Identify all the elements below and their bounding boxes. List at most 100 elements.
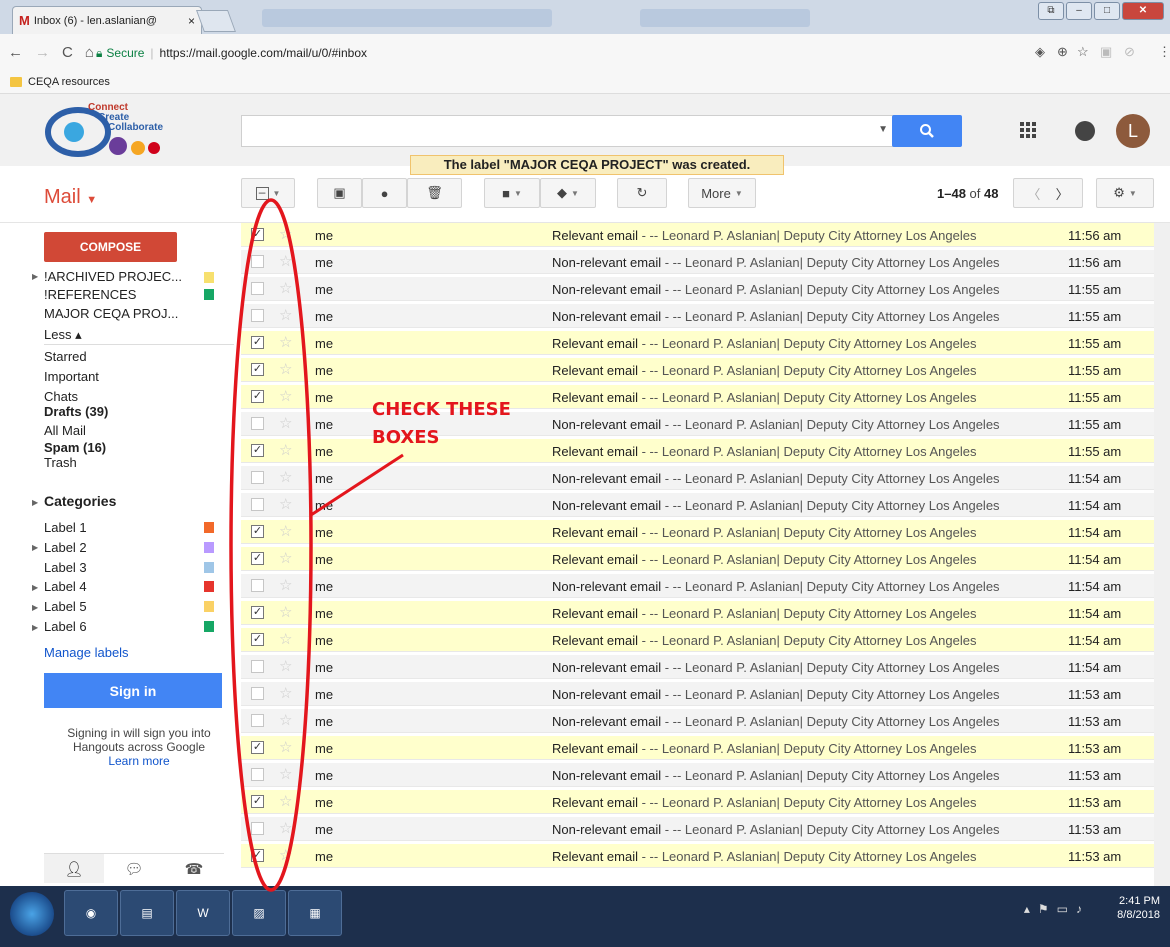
email-checkbox[interactable] (251, 822, 264, 835)
table-row[interactable]: ☆ me Non-relevant email - -- Leonard P. As… (241, 763, 1154, 787)
sidebar-label-references[interactable]: !REFERENCES (44, 287, 136, 302)
table-row[interactable]: ☆ me Non-relevant email - -- Leonard P. As… (241, 817, 1154, 841)
sidebar-item-trash[interactable]: Trash (44, 455, 77, 470)
table-row[interactable]: ✓ ☆ me Relevant email - -- Leonard P. Aslan… (241, 628, 1154, 652)
star-icon[interactable]: ☆ (279, 684, 292, 702)
email-checkbox[interactable] (251, 687, 264, 700)
table-row[interactable]: ✓ ☆ me Relevant email - -- Leonard P. Aslan… (241, 736, 1154, 760)
chrome-taskbar-icon[interactable]: ◉ (64, 890, 118, 936)
logo[interactable]: Connect Create Collaborate (40, 102, 220, 160)
table-row[interactable]: ✓ ☆ me Relevant email - -- Leonard P. Aslan… (241, 331, 1154, 355)
email-checkbox[interactable]: ✓ (251, 390, 264, 403)
avatar[interactable]: L (1116, 114, 1150, 148)
email-checkbox[interactable]: ✓ (251, 633, 264, 646)
star-icon[interactable]: ☆ (279, 846, 292, 864)
expand-arrow-icon[interactable]: ▶ (32, 272, 38, 281)
star-icon[interactable]: ☆ (279, 252, 292, 270)
compose-button[interactable]: COMPOSE (44, 232, 177, 262)
phone-icon[interactable]: ☎︎ (164, 854, 224, 883)
email-checkbox[interactable] (251, 471, 264, 484)
email-checkbox[interactable] (251, 579, 264, 592)
email-checkbox[interactable]: ✓ (251, 363, 264, 376)
sidebar-item-label-2[interactable]: Label 2 (44, 540, 87, 555)
email-checkbox[interactable] (251, 282, 264, 295)
next-page-icon[interactable]: 〉 (1056, 184, 1069, 203)
volume-icon[interactable]: ♪ (1076, 902, 1090, 916)
mail-menu[interactable]: Mail ▼ (44, 186, 97, 209)
background-tab[interactable] (262, 9, 552, 27)
star-icon[interactable]: ☆ (279, 792, 292, 810)
table-row[interactable]: ☆ me Non-relevant email - -- Leonard P. As… (241, 682, 1154, 706)
sidebar-item-important[interactable]: Important (44, 369, 99, 384)
email-checkbox[interactable] (251, 417, 264, 430)
sidebar-item-chats[interactable]: Chats (44, 389, 78, 404)
bookmark-ceqa[interactable]: CEQA resources (28, 76, 110, 88)
email-checkbox[interactable] (251, 768, 264, 781)
table-row[interactable]: ☆ me Non-relevant email - -- Leonard P. As… (241, 655, 1154, 679)
email-checkbox[interactable] (251, 309, 264, 322)
word-taskbar-icon[interactable]: W (176, 890, 230, 936)
star-icon[interactable]: ☆ (279, 657, 292, 675)
sidebar-label-archived[interactable]: !ARCHIVED PROJEC... (44, 269, 182, 284)
expand-arrow-icon[interactable]: ▶ (32, 583, 38, 592)
back-icon[interactable]: ← (8, 44, 23, 61)
star-icon[interactable]: ☆ (279, 387, 292, 405)
app-taskbar-icon[interactable]: ▦ (288, 890, 342, 936)
flag-icon[interactable]: ⚑ (1038, 902, 1057, 916)
email-checkbox[interactable] (251, 255, 264, 268)
star-icon[interactable]: ☆ (279, 765, 292, 783)
star-icon[interactable]: ☆ (279, 360, 292, 378)
email-checkbox[interactable]: ✓ (251, 525, 264, 538)
table-row[interactable]: ✓ ☆ me Relevant email - -- Leonard P. Aslan… (241, 601, 1154, 625)
expand-arrow-icon[interactable]: ▶ (32, 543, 38, 552)
table-row[interactable]: ☆ me Non-relevant email - -- Leonard P. As… (241, 574, 1154, 598)
network-icon[interactable]: ▭ (1057, 902, 1076, 916)
sidebar-item-starred[interactable]: Starred (44, 349, 87, 364)
explorer-taskbar-icon[interactable]: ▤ (120, 890, 174, 936)
less-toggle[interactable]: Less ▴ (44, 327, 82, 343)
table-row[interactable]: ✓ ☆ me Relevant email - -- Leonard P. Aslan… (241, 844, 1154, 868)
tab-close-icon[interactable]: × (188, 14, 195, 28)
settings-button[interactable]: ⚙ ▼ (1096, 178, 1154, 208)
sidebar-item-label-6[interactable]: Label 6 (44, 619, 87, 634)
cast-icon[interactable]: ◈ (1035, 44, 1045, 60)
tray-expand-icon[interactable]: ▴ (1024, 902, 1038, 916)
email-checkbox[interactable]: ✓ (251, 228, 264, 241)
menu-icon[interactable]: ⋮ (1158, 44, 1170, 60)
star-icon[interactable]: ☆ (279, 414, 292, 432)
expand-arrow-icon[interactable]: ▶ (32, 498, 38, 507)
email-checkbox[interactable]: ✓ (251, 336, 264, 349)
labels-button[interactable]: ◆ ▼ (540, 178, 596, 208)
star-icon[interactable]: ☆ (279, 468, 292, 486)
select-all-button[interactable]: – ▼ (241, 178, 295, 208)
scrollbar[interactable] (1154, 223, 1170, 886)
clock[interactable]: 2:41 PM 8/8/2018 (1117, 894, 1160, 922)
zoom-icon[interactable]: ⊕ (1057, 44, 1068, 60)
star-icon[interactable]: ☆ (279, 225, 292, 243)
star-icon[interactable]: ☆ (279, 441, 292, 459)
sidebar-categories[interactable]: Categories (44, 493, 116, 509)
start-button[interactable] (10, 892, 54, 936)
expand-arrow-icon[interactable]: ▶ (32, 603, 38, 612)
star-icon[interactable]: ☆ (279, 549, 292, 567)
table-row[interactable]: ✓ ☆ me Relevant email - -- Leonard P. Aslan… (241, 790, 1154, 814)
sidebar-item-drafts[interactable]: Drafts (39) (44, 404, 108, 419)
sidebar-label-major-ceqa[interactable]: MAJOR CEQA PROJ... (44, 306, 178, 321)
sidebar-item-label-5[interactable]: Label 5 (44, 599, 87, 614)
search-options-icon[interactable]: ▼ (878, 124, 888, 135)
star-icon[interactable]: ☆ (279, 738, 292, 756)
delete-button[interactable]: 🗑︎ (407, 178, 462, 208)
extension-icon[interactable]: ▣ (1100, 44, 1112, 60)
home-icon[interactable]: ⌂ (85, 44, 94, 61)
email-checkbox[interactable] (251, 660, 264, 673)
notifications-icon[interactable] (1075, 121, 1095, 141)
email-checkbox[interactable] (251, 498, 264, 511)
apps-icon[interactable] (1020, 122, 1036, 138)
address-field[interactable]: 🔒︎ Secure | https://mail.google.com/mail… (96, 40, 1031, 66)
new-tab-button[interactable] (195, 10, 237, 32)
table-row[interactable]: ☆ me Non-relevant email - -- Leonard P. As… (241, 250, 1154, 274)
table-row[interactable]: ✓ ☆ me Relevant email - -- Leonard P. Aslan… (241, 547, 1154, 571)
star-icon[interactable]: ☆ (279, 495, 292, 513)
star-icon[interactable]: ☆ (279, 576, 292, 594)
email-checkbox[interactable]: ✓ (251, 849, 264, 862)
